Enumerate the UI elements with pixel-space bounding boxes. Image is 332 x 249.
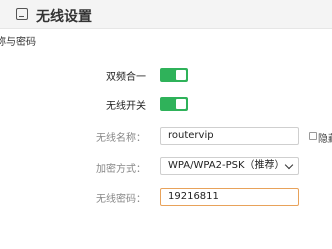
hide-ssid-label: 隐藏	[318, 134, 332, 145]
page-title: 无线设置	[36, 9, 92, 25]
wireless-switch-label: 无线开关	[106, 101, 146, 112]
wifi-settings-icon	[16, 8, 28, 20]
hide-ssid-checkbox[interactable]	[309, 132, 317, 140]
section-title: 称与密码	[0, 37, 36, 48]
wireless-switch-toggle[interactable]	[160, 97, 188, 111]
dual-band-toggle[interactable]	[160, 68, 188, 82]
encryption-value: WPA/WPA2-PSK（推荐）	[168, 160, 285, 171]
ssid-label: 无线名称：	[96, 133, 146, 144]
password-input[interactable]: 19216811	[160, 188, 299, 206]
ssid-input[interactable]: routervip	[160, 127, 299, 145]
chevron-down-icon	[284, 160, 294, 170]
encryption-label: 加密方式：	[96, 164, 146, 175]
toggle-knob	[176, 99, 186, 109]
dual-band-label: 双频合一	[106, 72, 146, 83]
header-bar: 无线设置	[0, 0, 332, 29]
toggle-knob	[176, 70, 186, 80]
password-label: 无线密码：	[96, 194, 146, 205]
encryption-select[interactable]: WPA/WPA2-PSK（推荐）	[160, 157, 299, 175]
